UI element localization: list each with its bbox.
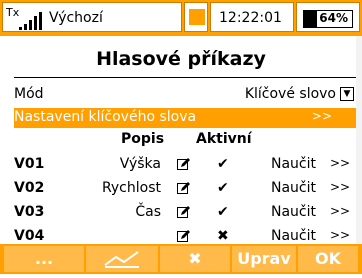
command-id: V02 (14, 180, 45, 196)
keyword-settings-label: Nastavení klíčového slova (14, 109, 197, 125)
command-name: Rychlost (101, 180, 161, 196)
active-check-icon[interactable]: ✔ (217, 180, 229, 196)
mode-value: Klíčové slovo (244, 86, 336, 102)
page-title: Hlasové příkazy (96, 48, 266, 70)
dropdown-icon[interactable]: ▼ (340, 87, 354, 101)
row-more-arrow[interactable]: >> (330, 156, 350, 170)
column-header-active: Aktivní (196, 131, 252, 147)
command-name: Čas (135, 204, 161, 220)
learn-button[interactable]: Naučit (271, 156, 316, 172)
delete-button[interactable]: ✖ (160, 246, 230, 272)
command-name: Výška (119, 156, 161, 172)
more-options-button[interactable]: ... (4, 246, 84, 272)
clock-time: 12:22:01 (219, 10, 282, 26)
profile-segment: Tx Výchozí (2, 2, 182, 32)
edit-button[interactable]: Uprav (232, 246, 296, 272)
status-bar: Tx Výchozí 12:22:01 64% (0, 0, 362, 36)
battery-icon: 64% (303, 10, 353, 28)
tx-label: Tx (6, 6, 20, 19)
chart-button[interactable] (86, 246, 158, 272)
battery-fill (304, 11, 317, 27)
model-profile-name: Výchozí (49, 10, 103, 26)
command-row[interactable]: V02 Rychlost ✔ Naučit >> (14, 180, 356, 205)
pencil-icon[interactable] (177, 181, 191, 195)
status-indicator (184, 2, 208, 32)
column-header-description: Popis (121, 131, 165, 147)
active-check-icon[interactable]: ✔ (217, 204, 229, 220)
pencil-icon[interactable] (177, 229, 191, 243)
battery-segment: 64% (296, 2, 360, 32)
pencil-icon[interactable] (177, 157, 191, 171)
command-id: V03 (14, 204, 45, 220)
scrollbar[interactable] (356, 36, 362, 244)
command-id: V01 (14, 156, 45, 172)
keyword-settings-arrow: >> (311, 109, 332, 123)
learn-button[interactable]: Naučit (271, 204, 316, 220)
learn-button[interactable]: Naučit (271, 228, 316, 244)
row-more-arrow[interactable]: >> (330, 204, 350, 218)
command-id: V04 (14, 228, 45, 244)
title-divider (14, 77, 356, 78)
signal-bars-icon (19, 10, 43, 30)
row-more-arrow[interactable]: >> (330, 180, 350, 194)
mode-label: Mód (14, 86, 44, 102)
pencil-icon[interactable] (177, 205, 191, 219)
cross-icon: ✖ (188, 249, 202, 268)
battery-percent: 64% (319, 11, 348, 25)
chart-icon (104, 251, 139, 268)
button-bar: ... ✖ Uprav OK (0, 244, 362, 274)
command-row[interactable]: V01 Výška ✔ Naučit >> (14, 156, 356, 181)
learn-button[interactable]: Naučit (271, 180, 316, 196)
indicator-square-icon (189, 9, 205, 25)
row-more-arrow[interactable]: >> (330, 228, 350, 242)
keyword-settings-row[interactable]: Nastavení klíčového slova >> (14, 108, 356, 128)
mode-row[interactable]: Mód Klíčové slovo ▼ (14, 86, 356, 108)
inactive-cross-icon[interactable]: ✖ (217, 228, 229, 244)
command-row[interactable]: V03 Čas ✔ Naučit >> (14, 204, 356, 229)
ok-button[interactable]: OK (298, 246, 358, 272)
active-check-icon[interactable]: ✔ (217, 156, 229, 172)
clock-segment: 12:22:01 (210, 2, 294, 32)
